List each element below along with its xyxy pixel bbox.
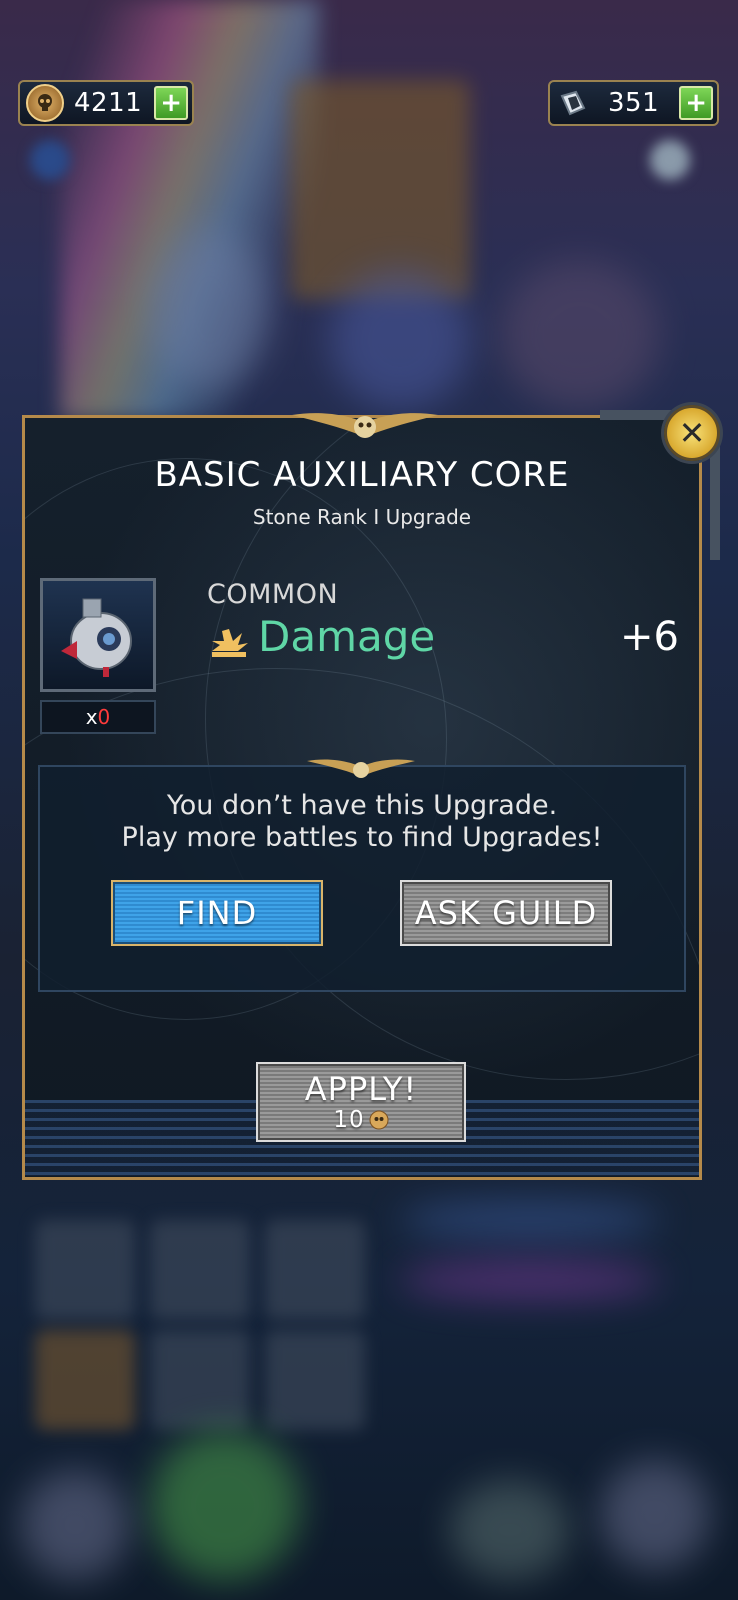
bg-figure — [150, 230, 270, 390]
bg-nav-orb — [20, 1470, 130, 1580]
stat-value: +6 — [620, 614, 679, 660]
bg-figure — [500, 260, 660, 410]
bg-tile — [150, 1220, 250, 1320]
skull-coin-icon — [369, 1110, 389, 1130]
bg-tile — [35, 1330, 135, 1430]
message-line-1: You don’t have this Upgrade. — [166, 790, 558, 821]
eagle-emblem-icon — [307, 759, 415, 778]
coins-value: 4211 — [74, 88, 143, 118]
add-gems-button[interactable]: + — [679, 86, 714, 120]
apply-button[interactable]: APPLY! 10 — [256, 1062, 466, 1142]
find-button[interactable]: FIND — [111, 880, 323, 946]
crystal-icon — [556, 86, 590, 120]
gems-value: 351 — [608, 88, 660, 118]
close-button[interactable]: ✕ — [664, 405, 720, 461]
bg-tile — [150, 1330, 250, 1430]
add-coins-button[interactable]: + — [154, 86, 189, 120]
gems-counter: 351 + — [548, 80, 720, 126]
dialog-subtitle: Stone Rank I Upgrade — [252, 505, 472, 529]
stat-name: Damage — [258, 612, 436, 661]
bg-orb — [30, 140, 70, 180]
bg-nav-orb — [450, 1480, 570, 1580]
auxiliary-core-icon — [61, 598, 132, 677]
skull-coin-icon — [26, 84, 64, 122]
item-thumbnail[interactable] — [40, 578, 156, 692]
bg-tile — [35, 1220, 135, 1320]
dialog-title: BASIC AUXILIARY CORE — [154, 455, 570, 495]
coins-counter: 4211 + — [18, 80, 195, 126]
bg-banner — [290, 80, 470, 300]
rarity-label: COMMON — [207, 579, 339, 610]
bg-bar — [400, 1200, 660, 1240]
item-count-prefix: x — [85, 705, 98, 729]
eagle-emblem-icon — [292, 413, 438, 438]
item-count-value: 0 — [97, 705, 111, 729]
item-count: x0 — [40, 700, 156, 734]
apply-cost-value: 10 — [333, 1107, 365, 1133]
ask-guild-button[interactable]: ASK GUILD — [400, 880, 612, 946]
close-x-icon: ✕ — [678, 414, 706, 452]
damage-burst-icon — [212, 629, 248, 657]
bg-figure — [330, 270, 470, 410]
bg-tile — [265, 1330, 365, 1430]
bg-bar — [400, 1260, 660, 1300]
bg-tile — [265, 1220, 365, 1320]
apply-cost: 10 — [333, 1107, 389, 1133]
apply-label: APPLY! — [304, 1070, 418, 1108]
bg-nav-orb — [600, 1460, 710, 1570]
message-line-2: Play more battles to find Upgrades! — [121, 822, 603, 853]
bg-orb — [650, 140, 690, 180]
bg-nav-orb — [150, 1430, 300, 1580]
